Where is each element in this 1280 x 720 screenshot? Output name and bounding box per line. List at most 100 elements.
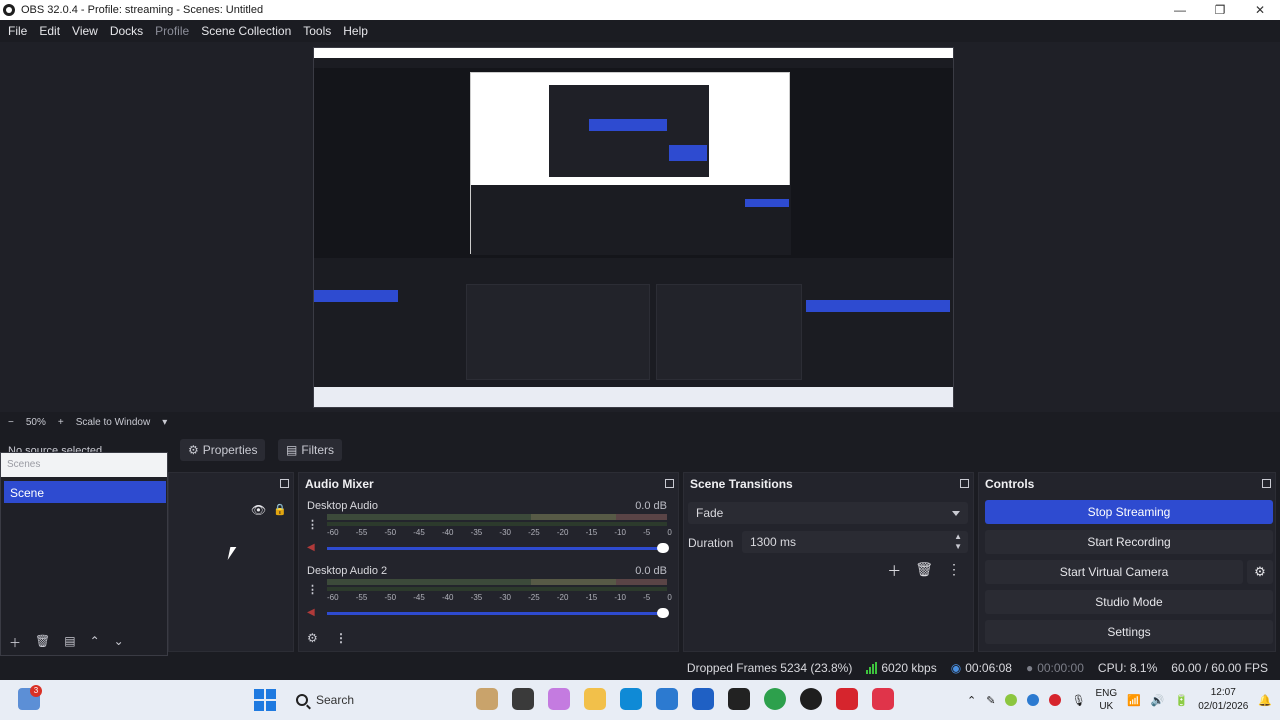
minimize-button[interactable]: —: [1160, 0, 1200, 20]
nested-transitions: [656, 284, 802, 380]
record-icon: ●: [1025, 661, 1034, 675]
nested-stop-streaming: [806, 300, 950, 312]
mixer-menu-icon[interactable]: ⋮: [335, 631, 347, 645]
maximize-button[interactable]: ❐: [1200, 0, 1240, 20]
trash-icon[interactable]: 🗑: [915, 561, 933, 581]
app-pink-icon[interactable]: [872, 688, 894, 710]
start-virtual-camera-button[interactable]: Start Virtual Camera: [985, 560, 1243, 584]
nested-inner-highlight: [669, 145, 707, 161]
menu-file[interactable]: File: [2, 24, 33, 38]
program-preview[interactable]: [313, 47, 954, 408]
windows-start-icon[interactable]: [254, 689, 276, 711]
transition-selected: Fade: [696, 506, 724, 520]
store-icon[interactable]: [692, 688, 714, 710]
transition-select[interactable]: Fade: [688, 502, 968, 524]
channel-menu-icon[interactable]: ⋮: [307, 583, 319, 596]
start-recording-button[interactable]: Start Recording: [985, 530, 1273, 554]
outlook-icon[interactable]: [656, 688, 678, 710]
record-time-value: 00:00:00: [1037, 661, 1084, 675]
volume-slider-knob[interactable]: [657, 608, 669, 618]
camera-app-icon[interactable]: [728, 688, 750, 710]
taskbar-search[interactable]: Search: [286, 686, 466, 714]
add-transition-icon[interactable]: ＋: [887, 561, 901, 581]
window-title: OBS 32.0.4 - Profile: streaming - Scenes…: [21, 4, 264, 16]
properties-button[interactable]: ⚙ Properties: [180, 439, 266, 461]
float-dock-icon[interactable]: [960, 479, 969, 488]
notifications-icon[interactable]: 🔔: [1258, 694, 1272, 707]
chevron-up-icon[interactable]: ⌃: [967, 694, 976, 707]
menu-scene-collection[interactable]: Scene Collection: [195, 24, 297, 38]
visibility-eye-icon[interactable]: 👁: [251, 503, 266, 517]
add-scene-icon[interactable]: ＋: [9, 634, 21, 651]
zoom-controls: − 50% + Scale to Window ▾: [0, 412, 1280, 432]
channel-menu-icon[interactable]: ⋮: [307, 518, 319, 531]
nested-inner-stop-button: [745, 199, 789, 207]
edge-icon[interactable]: [620, 688, 642, 710]
menu-view[interactable]: View: [66, 24, 104, 38]
chrome-icon[interactable]: [764, 688, 786, 710]
duration-spinner-icon[interactable]: ▲ ▼: [954, 532, 962, 552]
float-dock-icon[interactable]: [1262, 479, 1271, 488]
tray-app-icon[interactable]: [1049, 694, 1062, 706]
trash-icon[interactable]: 🗑: [35, 634, 50, 651]
virtual-camera-gear-icon[interactable]: ⚙: [1247, 560, 1273, 584]
volume-slider-knob[interactable]: [657, 543, 669, 553]
nested-inner-highlight-2: [589, 119, 667, 131]
studio-mode-button[interactable]: Studio Mode: [985, 590, 1273, 614]
transition-menu-icon[interactable]: ⋮: [947, 561, 961, 581]
battery-icon[interactable]: 🔋: [1175, 694, 1189, 707]
meter-scale: -60 -55 -50 -45 -40 -35 -30 -25 -20 -15 -10 -5 0: [327, 593, 672, 602]
scene-item[interactable]: Scene: [4, 481, 166, 503]
menu-docks[interactable]: Docks: [104, 24, 149, 38]
menu-help[interactable]: Help: [337, 24, 374, 38]
lock-icon[interactable]: 🔒: [273, 503, 287, 516]
title-bar: OBS 32.0.4 - Profile: streaming - Scenes…: [0, 0, 1280, 20]
app-red-icon[interactable]: [836, 688, 858, 710]
language-indicator[interactable]: ENG UK: [1095, 687, 1117, 713]
volume-slider[interactable]: [327, 543, 669, 553]
speaker-icon[interactable]: ◀: [307, 542, 319, 553]
nested-docks: [314, 258, 953, 407]
clock[interactable]: 12:07 02/01/2026: [1198, 686, 1248, 714]
scale-mode-label[interactable]: Scale to Window: [76, 417, 150, 428]
file-explorer-icon[interactable]: [512, 688, 534, 710]
clock-date: 02/01/2026: [1198, 701, 1249, 712]
settings-button[interactable]: Settings: [985, 620, 1273, 644]
status-bar: Dropped Frames 5234 (23.8%) 6020 kbps ◉ …: [0, 656, 1280, 680]
move-up-icon[interactable]: ⌃: [90, 634, 100, 651]
close-button[interactable]: ✕: [1240, 0, 1280, 20]
zoom-out-button[interactable]: −: [8, 417, 14, 428]
filters-button[interactable]: ▤ Filters: [278, 439, 343, 461]
float-dock-icon[interactable]: [280, 479, 289, 488]
menu-profile[interactable]: Profile: [149, 24, 195, 38]
nested-inner-docks: [471, 185, 791, 255]
mixer-settings-gear-icon[interactable]: ⚙: [307, 631, 318, 645]
scene-transitions-title: Scene Transitions: [684, 473, 973, 495]
folder-icon[interactable]: [584, 688, 606, 710]
chevron-down-icon[interactable]: ▾: [162, 417, 167, 428]
volume-icon[interactable]: 🔊: [1151, 694, 1165, 707]
sources-dock: 👁 🔒: [168, 472, 294, 652]
language-code: ENG: [1095, 688, 1118, 699]
move-down-icon[interactable]: ⌄: [114, 634, 124, 651]
taskbar-app-icon[interactable]: [476, 688, 498, 710]
scene-filter-icon[interactable]: ▤: [64, 634, 75, 651]
microphone-icon[interactable]: 🎙: [1071, 694, 1085, 707]
duration-input[interactable]: 1300 ms ▲ ▼: [742, 531, 968, 553]
nested-preview-inner: [549, 85, 709, 177]
zoom-in-button[interactable]: +: [58, 417, 64, 428]
speaker-icon[interactable]: ◀: [307, 607, 319, 618]
menu-tools[interactable]: Tools: [297, 24, 337, 38]
float-dock-icon[interactable]: [665, 479, 674, 488]
tray-app-icon[interactable]: [1027, 694, 1040, 706]
tray-app-icon[interactable]: [1005, 694, 1018, 706]
menu-edit[interactable]: Edit: [33, 24, 66, 38]
obs-taskbar-icon[interactable]: [800, 688, 822, 710]
pen-icon[interactable]: ✎: [986, 694, 995, 707]
wifi-icon[interactable]: 📶: [1127, 694, 1141, 707]
stop-streaming-button[interactable]: Stop Streaming: [985, 500, 1273, 524]
copilot-icon[interactable]: [548, 688, 570, 710]
volume-slider[interactable]: [327, 608, 669, 618]
search-icon: [296, 694, 308, 706]
record-time: ● 00:00:00: [1026, 661, 1084, 675]
